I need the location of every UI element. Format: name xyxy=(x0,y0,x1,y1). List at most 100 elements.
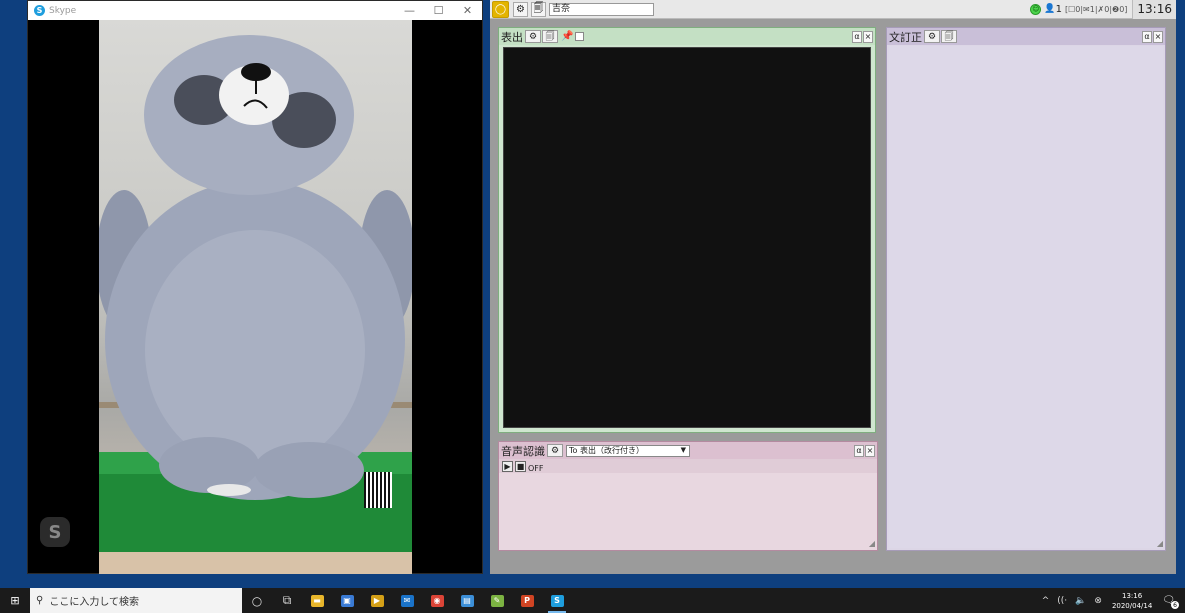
store-icon[interactable]: ▣ xyxy=(332,588,362,613)
skype-icon[interactable]: S xyxy=(542,588,572,613)
display-panel-controls: α × xyxy=(851,30,873,43)
system-tray: ^ ((· 🔈 ⊗ 13:16 2020/04/14 🗨 6 xyxy=(1038,588,1185,613)
speech-panel-header: 音声認識 ⚙ To 表出（改行付き） ▼ α × xyxy=(499,442,877,459)
ime-icon[interactable]: ⊗ xyxy=(1094,596,1102,606)
correction-document-icon[interactable]: 🗐 xyxy=(941,30,957,43)
app-clock: 13:16 xyxy=(1132,0,1176,19)
display-panel-title: 表出 xyxy=(501,30,523,44)
windows-start-icon[interactable]: ⊞ xyxy=(0,588,30,613)
speech-close-button[interactable]: × xyxy=(865,444,875,457)
display-alpha-button[interactable]: α xyxy=(852,30,862,43)
display-settings-gear-icon[interactable]: ⚙ xyxy=(525,30,541,43)
tray-date: 2020/04/14 xyxy=(1111,601,1153,610)
video-feed xyxy=(99,20,412,574)
taskbar-app-icons: ○ ⧉ ▬ ▣ ▶ ✉ ◉ ▤ ✎ P S xyxy=(242,588,572,613)
correction-panel-controls: α × xyxy=(1141,30,1163,43)
status-counters: [☐0|✉1|✗0|❷0] xyxy=(1064,4,1128,14)
display-panel: 表出 ⚙ 🗐 📌 α × xyxy=(498,27,876,433)
tray-chevron-icon[interactable]: ^ xyxy=(1042,596,1050,606)
caption-app-window[interactable]: ◯ ⚙ 🗐 吉奈 ☺ 👤 1 [☐0|✉1|✗0|❷0] 13:16 表出 ⚙ … xyxy=(490,0,1176,574)
speech-settings-gear-icon[interactable]: ⚙ xyxy=(547,444,563,457)
skype-titlebar[interactable]: S Skype — ☐ ✕ xyxy=(28,1,482,20)
skype-logo-icon: S xyxy=(34,5,45,16)
taskbar-search-input[interactable]: ⚲ ここに入力して検索 xyxy=(30,588,242,613)
correction-settings-gear-icon[interactable]: ⚙ xyxy=(924,30,940,43)
tray-time: 13:16 xyxy=(1122,591,1143,600)
media-icon-glyph: ▶ xyxy=(370,594,384,607)
app-toolbar: ◯ ⚙ 🗐 吉奈 ☺ 👤 1 [☐0|✉1|✗0|❷0] 13:16 xyxy=(490,0,1176,19)
store-icon-glyph: ▣ xyxy=(340,594,354,607)
powerpoint-icon-glyph: P xyxy=(520,594,534,607)
correction-panel-header: 文訂正 ⚙ 🗐 α × xyxy=(887,28,1165,45)
notification-icon[interactable]: 🗨 6 xyxy=(1162,595,1179,609)
volume-icon[interactable]: 🔈 xyxy=(1075,596,1086,606)
plush-right-foot xyxy=(254,442,364,498)
speech-controls: ▶ ■ OFF xyxy=(499,459,877,473)
speech-status: OFF xyxy=(528,463,544,473)
memo-icon[interactable]: 🗐 xyxy=(531,1,546,17)
powerpoint-icon[interactable]: P xyxy=(512,588,542,613)
app-logo-icon[interactable]: ◯ xyxy=(492,0,509,18)
media-icon[interactable]: ▶ xyxy=(362,588,392,613)
minimize-button[interactable]: — xyxy=(395,1,424,20)
mail-icon[interactable]: ✉ xyxy=(392,588,422,613)
chrome-icon-glyph: ◉ xyxy=(430,594,444,607)
resize-grip-icon[interactable]: ◢ xyxy=(1157,539,1163,548)
skype-window[interactable]: S Skype — ☐ ✕ S xyxy=(27,0,483,574)
close-button[interactable]: ✕ xyxy=(453,1,482,20)
correction-close-button[interactable]: × xyxy=(1153,30,1163,43)
app-icon-glyph: ▤ xyxy=(460,594,474,607)
cortana-icon[interactable]: ○ xyxy=(242,588,272,613)
correction-text-area[interactable] xyxy=(889,46,1163,548)
taskbar: ⊞ ⚲ ここに入力して検索 ○ ⧉ ▬ ▣ ▶ ✉ ◉ ▤ ✎ P S ^ ((· 🔈 ⊗ 13:1… xyxy=(0,588,1185,613)
display-close-button[interactable]: × xyxy=(863,30,873,43)
skype-window-title: Skype xyxy=(49,5,77,16)
speech-text-area[interactable] xyxy=(500,474,876,549)
user-count: 1 xyxy=(1055,3,1062,15)
settings-gear-icon[interactable]: ⚙ xyxy=(513,1,528,17)
play-icon[interactable]: ▶ xyxy=(502,460,513,472)
maximize-button[interactable]: ☐ xyxy=(424,1,453,20)
correction-alpha-button[interactable]: α xyxy=(1142,30,1152,43)
target-select-value: To 表出（改行付き） xyxy=(569,446,644,455)
user-icon: 👤 xyxy=(1044,4,1056,14)
speech-alpha-button[interactable]: α xyxy=(854,444,864,457)
pin-icon[interactable]: 📌 xyxy=(561,31,573,42)
display-output-area[interactable] xyxy=(503,47,871,428)
display-panel-header: 表出 ⚙ 🗐 📌 α × xyxy=(499,28,875,45)
title-input[interactable]: 吉奈 xyxy=(549,2,654,16)
search-icon: ⚲ xyxy=(36,595,44,606)
plush-left-foot xyxy=(159,437,259,493)
file-explorer-icon[interactable]: ▬ xyxy=(302,588,332,613)
speech-recognition-panel: 音声認識 ⚙ To 表出（改行付き） ▼ α × ▶ ■ OFF ◢ xyxy=(498,441,878,551)
speech-panel-controls: α × xyxy=(853,444,875,457)
display-checkbox[interactable] xyxy=(575,32,585,41)
file-explorer-icon-glyph: ▬ xyxy=(310,594,324,607)
search-placeholder: ここに入力して検索 xyxy=(49,597,140,608)
correction-panel-title: 文訂正 xyxy=(889,30,922,44)
plush-tag xyxy=(207,484,251,496)
cortana-icon-glyph: ○ xyxy=(251,593,263,608)
network-icon[interactable]: ((· xyxy=(1057,596,1067,606)
plush-belly xyxy=(145,230,365,470)
window-controls: — ☐ ✕ xyxy=(395,1,482,20)
skype-icon-glyph: S xyxy=(550,594,564,607)
status-face-icon[interactable]: ☺ xyxy=(1030,3,1042,15)
notification-count-badge: 6 xyxy=(1171,601,1179,609)
status-area: ☺ 👤 1 [☐0|✉1|✗0|❷0] 13:16 xyxy=(1030,0,1176,19)
stop-icon[interactable]: ■ xyxy=(515,460,526,472)
paint-icon-glyph: ✎ xyxy=(490,594,504,607)
plush-nose xyxy=(241,63,271,81)
plush-toy-image xyxy=(99,35,412,500)
resize-grip-icon[interactable]: ◢ xyxy=(869,539,875,548)
target-select[interactable]: To 表出（改行付き） ▼ xyxy=(566,444,690,457)
chrome-icon[interactable]: ◉ xyxy=(422,588,452,613)
correction-panel: 文訂正 ⚙ 🗐 α × ◢ xyxy=(886,27,1166,551)
task-view-icon[interactable]: ⧉ xyxy=(272,588,302,613)
app-icon[interactable]: ▤ xyxy=(452,588,482,613)
display-document-icon[interactable]: 🗐 xyxy=(542,30,558,43)
tray-clock[interactable]: 13:16 2020/04/14 xyxy=(1112,591,1152,611)
paint-icon[interactable]: ✎ xyxy=(482,588,512,613)
speech-panel-title: 音声認識 xyxy=(501,444,545,458)
mail-icon-glyph: ✉ xyxy=(400,594,414,607)
